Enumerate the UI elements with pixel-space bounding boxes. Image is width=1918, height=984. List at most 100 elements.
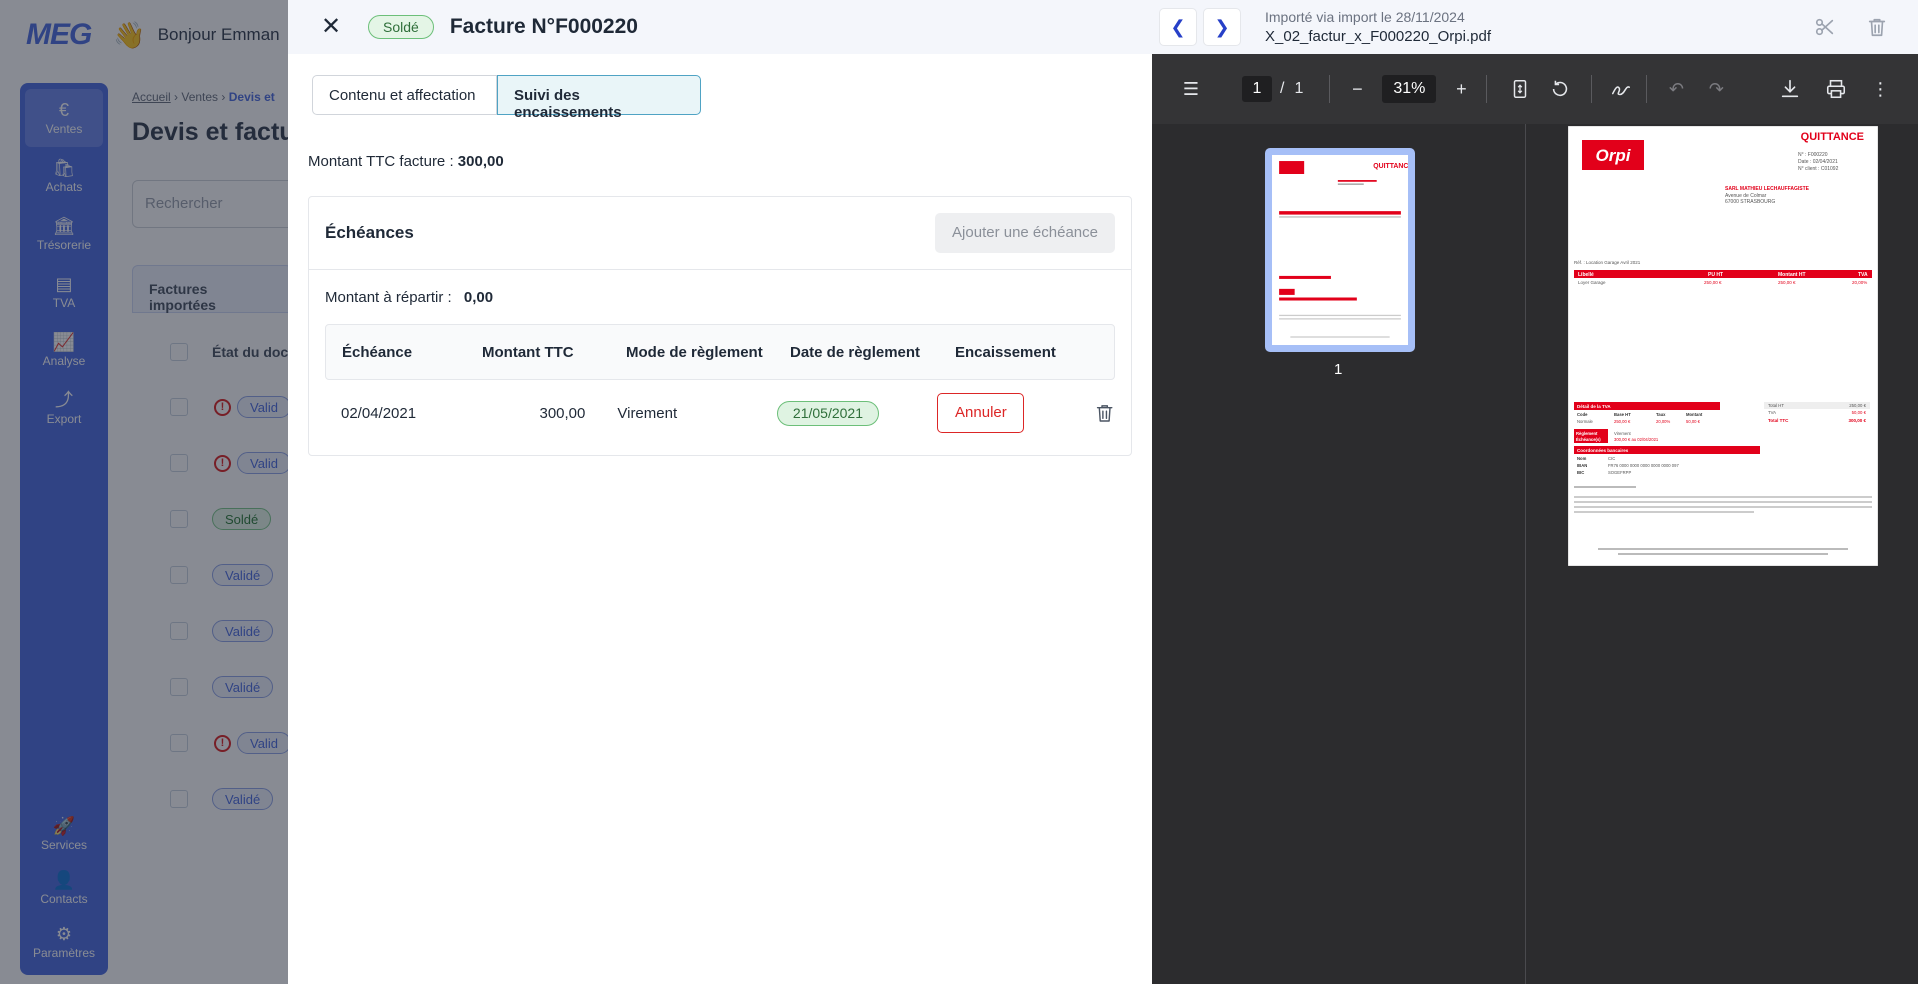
doc-vat-head: Taux	[1656, 412, 1666, 417]
doc-vat-cell: 250,00 €	[1614, 419, 1631, 424]
page-thumbnail[interactable]: QUITTANCE	[1265, 148, 1415, 352]
doc-table-head: PU HT	[1708, 272, 1723, 278]
svg-text:QUITTANCE: QUITTANCE	[1373, 163, 1408, 170]
delete-document-icon[interactable]	[1866, 16, 1888, 38]
tab-suivi-encaissements[interactable]: Suivi des encaissements	[497, 75, 701, 121]
invoice-drawer: ✕ Soldé Facture N°F000220 Contenu et aff…	[288, 0, 1152, 984]
payment-date-badge: 21/05/2021	[776, 400, 879, 426]
payment-mode: Virement	[617, 404, 678, 422]
doc-bank-value: CIC	[1608, 456, 1615, 461]
doc-payment-label: Règlement	[1576, 431, 1598, 436]
doc-table-cell: 20,00%	[1852, 280, 1867, 285]
payment-date-cell: 21/05/2021	[761, 400, 922, 426]
drawer-tabs: Contenu et affectation Suivi des encaiss…	[312, 75, 701, 121]
doc-bank-value: SOGEFRPP	[1608, 470, 1631, 475]
encaissement-cell: Annuler	[921, 393, 1057, 433]
drawer-header: ✕ Soldé Facture N°F000220	[288, 0, 1152, 54]
doc-table-cell: 250,00 €	[1704, 280, 1722, 285]
amount-to-distribute: Montant à répartir : 0,00	[325, 289, 493, 306]
invoice-total: Montant TTC facture : 300,00	[308, 153, 504, 170]
table-header: Échéance Montant TTC Mode de règlement D…	[325, 324, 1115, 380]
doc-total-label: Total TTC	[1768, 418, 1789, 423]
column-header: Montant TTC	[482, 343, 574, 361]
zoom-level-input[interactable]: 31%	[1382, 75, 1437, 103]
invoice-total-label: Montant TTC facture :	[308, 153, 454, 170]
amount-to-distribute-value: 0,00	[463, 289, 494, 306]
doc-payment-label: Échéance(s)	[1576, 437, 1601, 442]
doc-heading: QUITTANCE	[1801, 131, 1864, 143]
doc-payment-value: 300,00 € au 02/04/2021	[1614, 437, 1659, 442]
status-badge: Soldé	[368, 15, 434, 39]
doc-vat-head: Base HT	[1614, 412, 1631, 417]
doc-table-cell: 250,00 €	[1778, 280, 1796, 285]
doc-payment-value: Virement	[1614, 431, 1632, 436]
doc-ref-line: N° : F000220	[1798, 152, 1828, 158]
zoom-out-icon[interactable]: −	[1346, 78, 1368, 100]
previous-document-button[interactable]: ❮	[1159, 8, 1197, 46]
column-header: Encaissement	[955, 343, 1056, 361]
document-meta: Importé via import le 28/11/2024 X_02_fa…	[1265, 9, 1491, 45]
tab-contenu[interactable]: Contenu et affectation	[312, 75, 497, 115]
doc-ref-line: N° client : C01092	[1798, 166, 1839, 172]
doc-table-head: Libellé	[1578, 272, 1594, 278]
doc-bank-value: FR76 0000 0000 0000 0000 0000 097	[1608, 463, 1679, 468]
print-icon[interactable]	[1825, 78, 1847, 100]
doc-bank-title: Coordonnées bancaires	[1577, 448, 1629, 453]
echeances-table: Échéance Montant TTC Mode de règlement D…	[325, 324, 1115, 446]
invoice-title: Facture N°F000220	[449, 15, 638, 38]
add-echeance-button[interactable]: Ajouter une échéance	[935, 213, 1115, 253]
zoom-in-icon[interactable]: +	[1450, 78, 1472, 100]
menu-icon[interactable]: ☰	[1180, 78, 1202, 100]
thumbnail-page-preview: QUITTANCE	[1272, 155, 1413, 345]
rotate-icon[interactable]	[1549, 78, 1571, 100]
toolbar-divider	[1591, 75, 1593, 103]
doc-total-value: 300,00 €	[1848, 418, 1866, 423]
doc-total-label: TVA	[1768, 410, 1776, 415]
pdf-viewer-panel: ❮ ❯ Importé via import le 28/11/2024 X_0…	[1152, 0, 1918, 984]
pdf-header: ❮ ❯ Importé via import le 28/11/2024 X_0…	[1152, 0, 1918, 54]
download-icon[interactable]	[1779, 78, 1801, 100]
page-separator: /	[1280, 80, 1285, 97]
doc-vat-cell: 50,00 €	[1686, 419, 1701, 424]
page-total: 1	[1294, 80, 1304, 97]
pdf-header-actions	[1814, 0, 1918, 54]
toolbar-divider	[1646, 75, 1648, 103]
more-options-icon[interactable]: ⋮	[1869, 78, 1891, 100]
doc-bank-label: IBAN	[1577, 463, 1587, 468]
orpi-logo-text: Orpi	[1596, 146, 1632, 165]
doc-table-head: TVA	[1858, 272, 1868, 278]
fit-page-icon[interactable]	[1509, 78, 1531, 100]
invoice-total-value: 300,00	[457, 153, 504, 170]
import-info: Importé via import le 28/11/2024	[1265, 9, 1465, 25]
file-name: X_02_factur_x_F000220_Orpi.pdf	[1265, 28, 1491, 45]
undo-icon[interactable]: ↶	[1665, 78, 1687, 100]
next-document-button[interactable]: ❯	[1203, 8, 1241, 46]
doc-vat-cell: Normale	[1577, 419, 1593, 424]
doc-vat-head: Montant	[1686, 412, 1703, 417]
doc-total-value: 250,00 €	[1849, 403, 1866, 408]
redo-icon[interactable]: ↷	[1705, 78, 1727, 100]
echeances-card: Échéances Ajouter une échéance Montant à…	[308, 196, 1132, 456]
doc-client-line: 67000 STRASBOURG	[1725, 199, 1775, 205]
doc-bank-label: Nom	[1577, 456, 1587, 461]
doc-ref-line: Date : 02/04/2021	[1798, 159, 1838, 165]
doc-total-label: Total HT	[1768, 403, 1784, 408]
cancel-encaissement-button[interactable]: Annuler	[937, 393, 1025, 433]
toolbar-divider	[1486, 75, 1488, 103]
scissors-icon[interactable]	[1814, 16, 1836, 38]
doc-vat-head: Code	[1577, 412, 1588, 417]
trash-icon[interactable]	[1094, 402, 1115, 424]
page-number-input[interactable]: 1	[1242, 76, 1272, 102]
amount-to-distribute-label: Montant à répartir :	[325, 289, 452, 306]
pdf-toolbar: ☰ 1 / 1 − 31% + ↶ ↷ ⋮	[1152, 54, 1918, 124]
toolbar-divider	[1329, 75, 1331, 103]
column-header: Date de règlement	[790, 343, 921, 361]
doc-bank-label: BIC	[1577, 470, 1584, 475]
close-icon[interactable]: ✕	[318, 14, 344, 40]
doc-object: Réf. : Location Garage Avril 2021	[1574, 260, 1641, 265]
column-header: Échéance	[342, 343, 413, 361]
draw-icon[interactable]	[1610, 78, 1632, 100]
column-header: Mode de règlement	[626, 343, 763, 361]
doc-client-name: SARL MATHIEU LECHAUFFAGISTE	[1725, 186, 1810, 192]
pdf-page: Orpi QUITTANCE N° : F000220 Date : 02/04…	[1568, 126, 1878, 566]
